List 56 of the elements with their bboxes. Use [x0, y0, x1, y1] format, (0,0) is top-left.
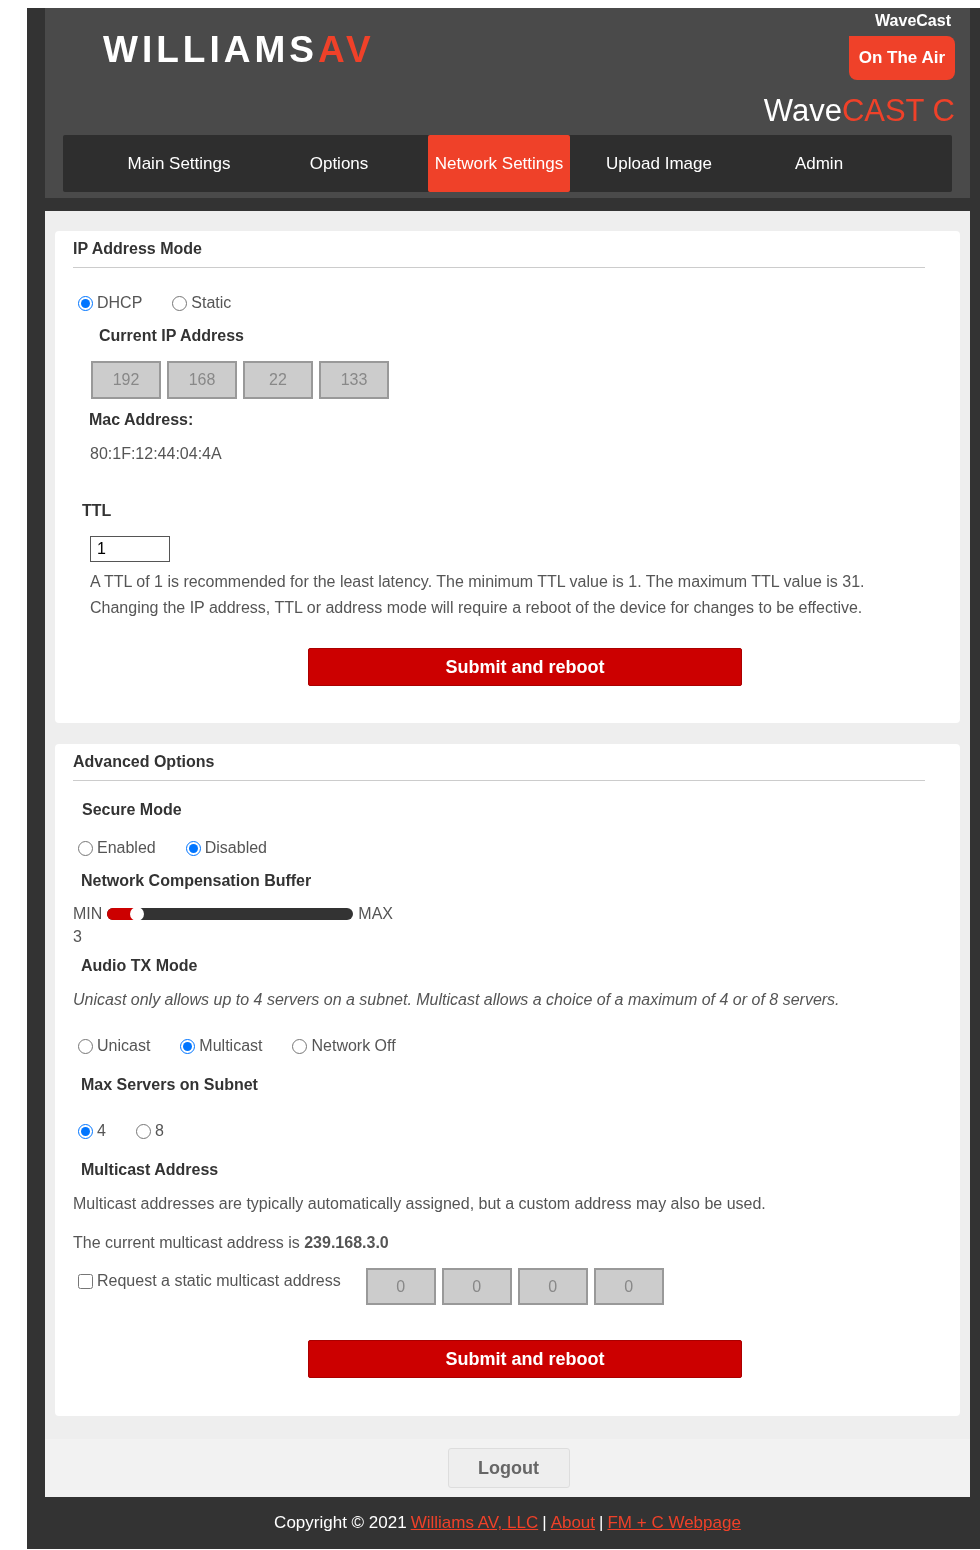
radio-label[interactable]: Network Off — [311, 1037, 396, 1055]
product-label: WaveCast — [875, 12, 951, 30]
nav-tab[interactable]: Main Settings — [99, 135, 259, 192]
help-text: Unicast only allows up to 4 servers on a subnet. Multicast allows a choice of a maximum of 4 or of 8 servers. — [73, 990, 841, 1010]
field-label: Current IP Address — [99, 326, 245, 346]
radio-button[interactable] — [78, 295, 93, 311]
radio-button[interactable] — [78, 1123, 93, 1139]
field-label: Multicast Address — [81, 1160, 220, 1180]
radio-button[interactable] — [172, 295, 188, 311]
field-label: Max Servers on Subnet — [81, 1075, 259, 1095]
radio-button[interactable] — [180, 1038, 196, 1054]
footer-text: | — [542, 1513, 547, 1533]
logout-button[interactable]: Logout — [447, 1448, 570, 1488]
help-text: The current multicast address is 239.168.3.0 — [73, 1233, 390, 1253]
section-title: IP Address Mode — [73, 231, 925, 268]
checkbox-label[interactable]: Request a static multicast address — [97, 1272, 341, 1290]
help-text: A TTL of 1 is recommended for the least latency. The minimum TTL value is 1. The maximum TTL value is 31. — [90, 572, 866, 592]
submit-button[interactable]: Submit and reboot — [308, 648, 742, 686]
radio-label[interactable]: Enabled — [97, 839, 156, 857]
section-title: Advanced Options — [73, 744, 925, 781]
radio-button[interactable] — [78, 1038, 93, 1054]
radio-label[interactable]: Disabled — [204, 839, 267, 857]
radio-button[interactable] — [185, 840, 201, 856]
field-label: Network Compensation Buffer — [81, 871, 313, 891]
radio-label[interactable]: DHCP — [97, 294, 143, 312]
radio-button[interactable] — [135, 1123, 151, 1139]
slider-track[interactable] — [107, 908, 354, 920]
radio-label[interactable]: Multicast — [199, 1037, 263, 1055]
ttl-field[interactable]: 1 — [90, 536, 170, 562]
slider-min-label: MIN — [73, 905, 103, 923]
radio-label[interactable]: Unicast — [97, 1037, 151, 1055]
field-label: Mac Address: — [89, 410, 195, 430]
nav-tab[interactable]: Network Settings — [428, 135, 570, 192]
radio-button[interactable] — [292, 1038, 308, 1054]
nav-tab[interactable]: Admin — [739, 135, 899, 192]
field-label: Secure Mode — [82, 800, 183, 820]
on-air-badge: On The Air — [848, 36, 955, 80]
nav-tab[interactable]: Upload Image — [579, 135, 739, 192]
logo: WILLIAMSAV — [103, 28, 375, 72]
field-label: Audio TX Mode — [81, 956, 199, 976]
slider-value: 3 — [73, 927, 83, 943]
nav-tab[interactable]: Options — [259, 135, 419, 192]
footer-text: | — [599, 1513, 604, 1533]
submit-button[interactable]: Submit and reboot — [308, 1340, 742, 1378]
mac-address: 80:1F:12:44:04:4A — [90, 444, 223, 464]
radio-label[interactable]: 8 — [154, 1122, 164, 1140]
help-text: Multicast addresses are typically automatically assigned, but a custom address may also be used. — [73, 1194, 767, 1214]
footer-text: Copyright © 2021 — [274, 1513, 407, 1533]
radio-label[interactable]: 4 — [97, 1122, 106, 1140]
slider-max-label: MAX — [358, 905, 393, 923]
field-label: TTL — [82, 501, 113, 521]
radio-label[interactable]: Static — [191, 294, 232, 312]
product-name: WaveCAST C — [763, 94, 955, 128]
checkbox[interactable] — [78, 1273, 93, 1289]
radio-button[interactable] — [78, 840, 93, 856]
help-text: Changing the IP address, TTL or address mode will require a reboot of the device for changes to be effective. — [90, 598, 864, 618]
